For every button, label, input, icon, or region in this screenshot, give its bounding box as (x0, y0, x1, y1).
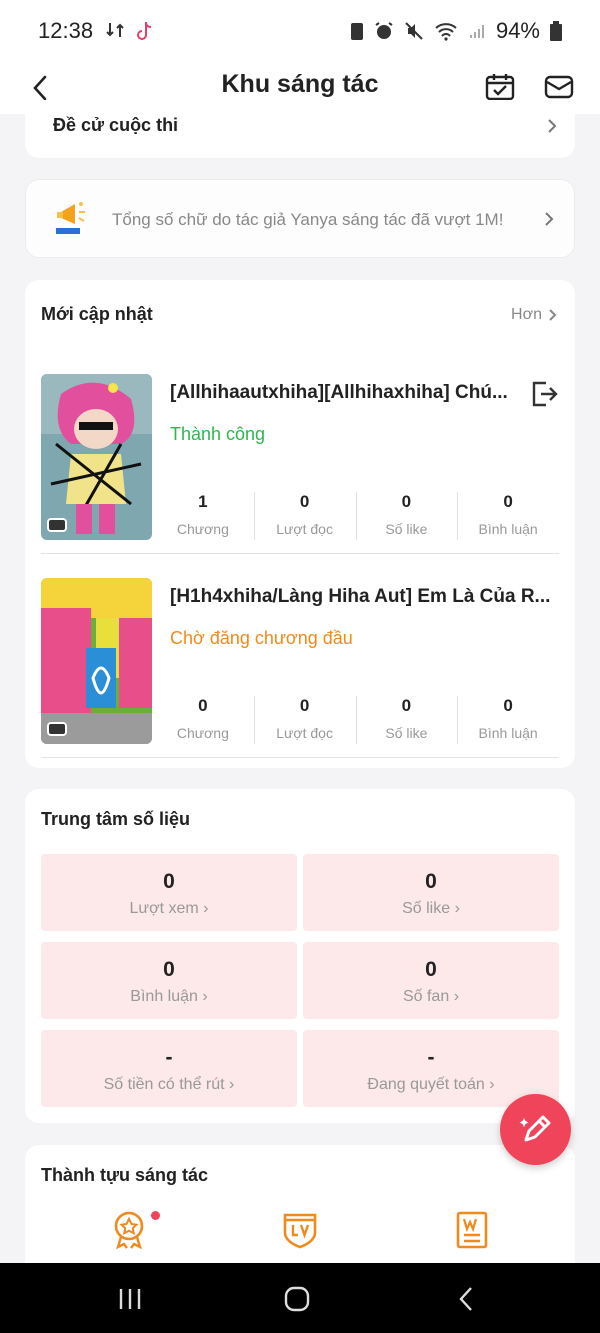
chevron-right-icon: › (229, 1076, 235, 1093)
stat-chapters: 1 Chương (176, 492, 229, 537)
story-cover[interactable] (41, 374, 152, 540)
status-time: 12:38 (38, 18, 94, 43)
stat-reads: 0 Lượt đọc (253, 696, 356, 746)
home-icon (284, 1286, 310, 1312)
recent-apps-icon (119, 1289, 141, 1309)
data-comments[interactable]: 0 Bình luận › (41, 942, 297, 1019)
exit-icon[interactable] (529, 380, 559, 408)
chevron-right-icon (545, 212, 554, 226)
nominate-contest-item[interactable]: Đề cử cuộc thi (25, 100, 575, 158)
back-arrow-icon (459, 1287, 472, 1311)
story-stats: 1 Chương 0 Lượt đọc 0 Số like 0 Bình luận (152, 492, 559, 542)
story-title: [Allhihaautxhiha][Allhihaxhiha] Chú... (170, 382, 508, 403)
stat-comments: 0 Bình luận (457, 492, 559, 542)
recent-updates-section: Mới cập nhật Hơn [Allhihaautxhiha][Allhi… (25, 280, 575, 768)
level-badge-icon[interactable] (282, 1211, 318, 1249)
chevron-right-icon: › (453, 988, 460, 1005)
wifi-icon (435, 23, 457, 41)
story-stats: 0 Chương 0 Lượt đọc 0 Số like 0 Bình luận (152, 696, 559, 746)
write-button[interactable] (500, 1094, 571, 1165)
story-status: Thành công (170, 424, 266, 444)
comment-badge-icon (47, 722, 67, 736)
battery-icon (550, 21, 562, 41)
stat-likes: 0 Số like (355, 696, 458, 746)
alarm-icon (375, 22, 393, 39)
pencil-icon (519, 1115, 550, 1141)
notice-text: Tổng số chữ do tác giả Yanya sáng tác đã… (112, 210, 504, 229)
more-link[interactable]: Hơn (511, 306, 557, 324)
system-back-button[interactable] (446, 1285, 486, 1313)
section-title: Trung tâm số liệu (41, 809, 191, 829)
writing-certificate-icon[interactable] (454, 1211, 490, 1249)
medal-icon[interactable] (111, 1211, 147, 1249)
system-navigation-bar (0, 1263, 600, 1333)
stat-chapters: 0 Chương (176, 696, 229, 741)
chevron-right-icon: › (454, 900, 460, 917)
data-views[interactable]: 0 Lượt xem › (41, 854, 297, 931)
story-cover-image (41, 374, 152, 540)
stat-comments: 0 Bình luận (457, 696, 559, 746)
home-button[interactable] (277, 1285, 317, 1313)
nominate-contest-label: Đề cử cuộc thi (53, 115, 179, 135)
story-cover-image (41, 578, 152, 744)
mail-icon (544, 75, 574, 99)
data-fans[interactable]: 0 Số fan › (303, 942, 559, 1019)
battery-saver-icon (350, 23, 363, 40)
stat-reads: 0 Lượt đọc (253, 492, 356, 542)
data-center-section: Trung tâm số liệu 0 Lượt xem › 0 Số like… (25, 789, 575, 1123)
chevron-right-icon (549, 309, 557, 321)
notification-dot (151, 1211, 160, 1220)
data-withdrawable[interactable]: - Số tiền có thể rút › (41, 1030, 297, 1107)
battery-percent: 94% (495, 18, 540, 43)
chevron-right-icon: › (203, 900, 209, 917)
stat-likes: 0 Số like (355, 492, 458, 542)
story-item[interactable]: [Allhihaautxhiha][Allhihaxhiha] Chú... T… (41, 374, 559, 554)
section-title: Thành tựu sáng tác (41, 1165, 209, 1185)
section-title: Mới cập nhật (41, 304, 153, 324)
calendar-check-icon (485, 74, 515, 101)
data-likes[interactable]: 0 Số like › (303, 854, 559, 931)
story-item[interactable]: [H1h4xhiha/Làng Hiha Aut] Em Là Của R...… (41, 578, 559, 758)
achievements-section: Thành tựu sáng tác (25, 1145, 575, 1275)
data-transfer-icon (106, 23, 124, 37)
signal-icon (469, 25, 484, 38)
chevron-right-icon: › (202, 988, 208, 1005)
chevron-right-icon: › (489, 1076, 495, 1093)
tiktok-icon (137, 21, 152, 40)
story-cover[interactable] (41, 578, 152, 744)
notice-banner[interactable]: Tổng số chữ do tác giả Yanya sáng tác đã… (25, 179, 575, 258)
story-title: [H1h4xhiha/Làng Hiha Aut] Em Là Của R... (170, 586, 551, 607)
megaphone-icon (56, 202, 85, 234)
status-bar: 12:38 94% (0, 0, 600, 62)
comment-badge-icon (47, 518, 67, 532)
data-settling[interactable]: - Đang quyết toán › (303, 1030, 559, 1107)
mute-icon (405, 22, 423, 40)
chevron-right-icon (548, 119, 557, 133)
more-label: Hơn (511, 306, 542, 323)
story-status: Chờ đăng chương đầu (170, 628, 353, 648)
recent-apps-button[interactable] (110, 1285, 150, 1313)
